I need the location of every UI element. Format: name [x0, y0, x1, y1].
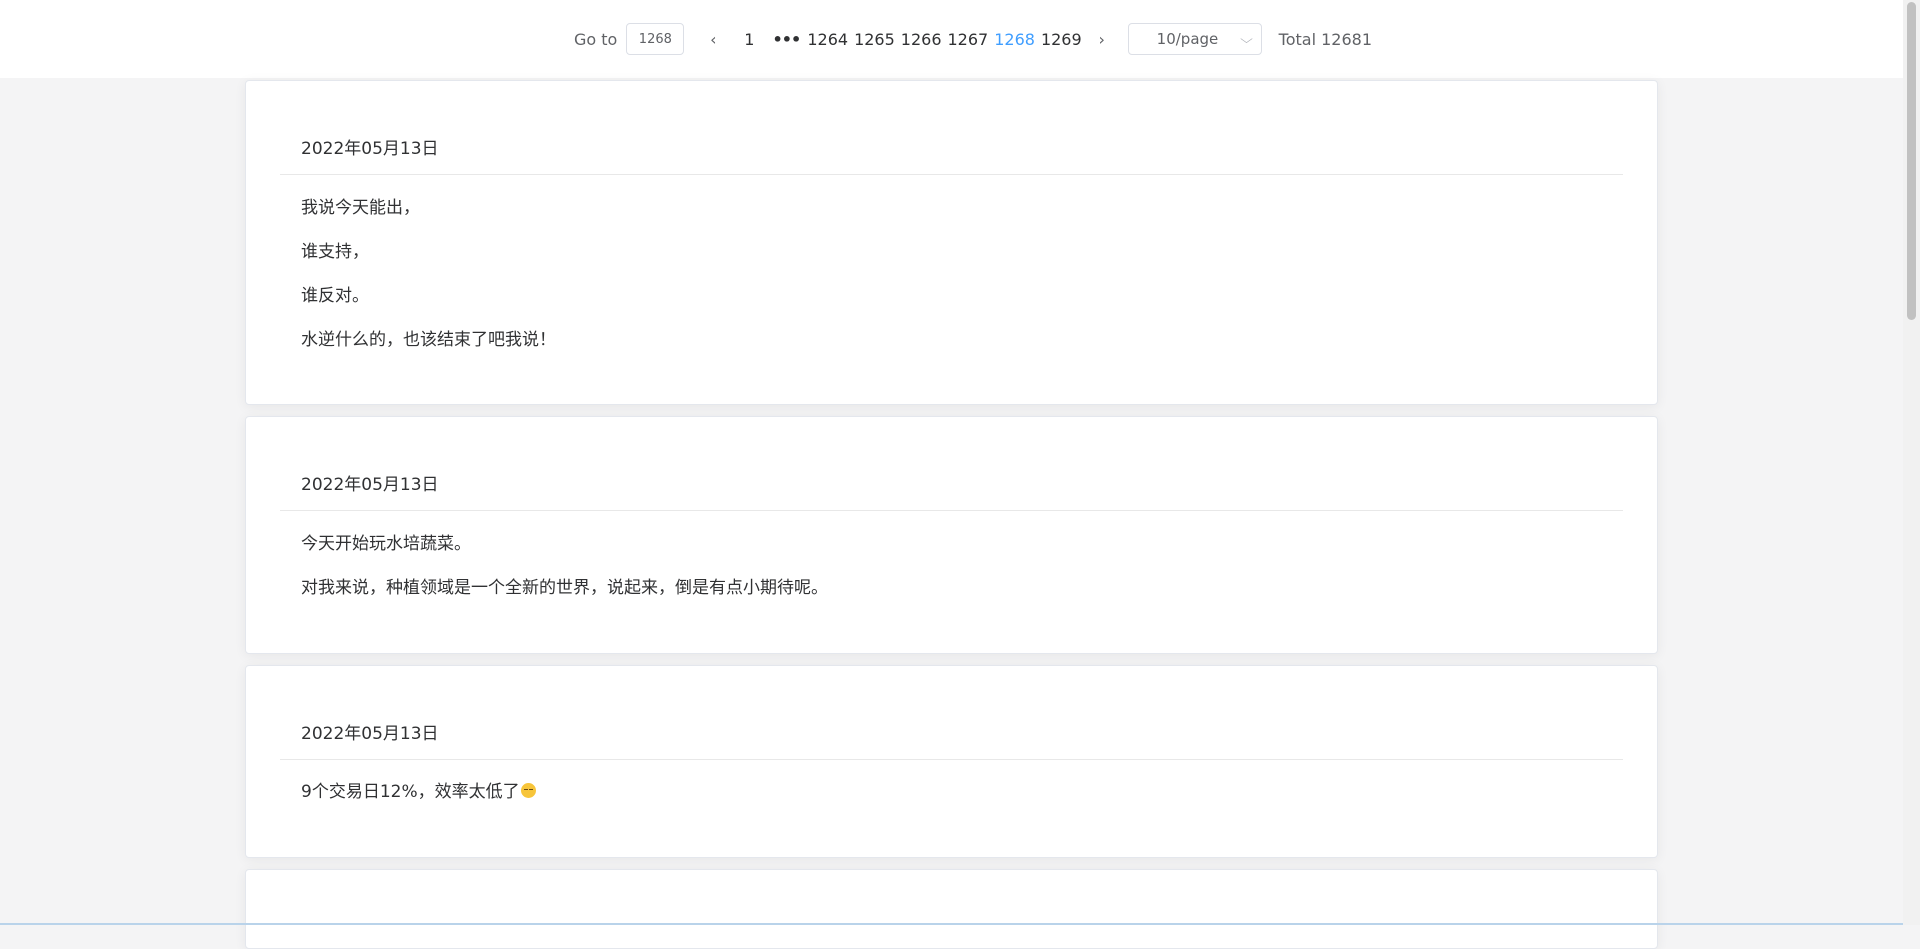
- post-content: 我说今天能出， 谁支持， 谁反对。 水逆什么的，也该结束了吧我说！: [301, 197, 556, 373]
- pagination: Go to ‹ 1 ••• 1264 1265 1266 1267 1268 1…: [574, 22, 1372, 56]
- post-date: 2022年05月13日: [301, 139, 439, 159]
- post-line-text: 9个交易日12%，效率太低了: [301, 782, 520, 802]
- post-card: [245, 869, 1658, 949]
- page-number-active[interactable]: 1268: [991, 23, 1038, 55]
- chevron-down-icon: ⌵: [1239, 31, 1253, 46]
- unamused-face-icon: [520, 783, 536, 798]
- page-number[interactable]: 1265: [851, 23, 898, 55]
- chevron-right-icon: ›: [1098, 29, 1105, 49]
- page-number[interactable]: 1269: [1038, 23, 1085, 55]
- chevron-left-icon: ‹: [710, 29, 717, 49]
- post-line: 我说今天能出，: [301, 198, 420, 218]
- more-pages-icon[interactable]: •••: [768, 23, 804, 55]
- page-number[interactable]: 1: [730, 23, 768, 55]
- divider: [280, 510, 1623, 511]
- post-line: 谁反对。: [301, 286, 369, 306]
- post-line: 今天开始玩水培蔬菜。: [301, 534, 471, 554]
- post-date: 2022年05月13日: [301, 724, 439, 744]
- total-count: Total 12681: [1278, 29, 1373, 49]
- next-page-button[interactable]: ›: [1085, 23, 1119, 55]
- post-date: 2022年05月13日: [301, 475, 439, 495]
- page-number[interactable]: 1264: [804, 23, 851, 55]
- goto-page-input[interactable]: [626, 23, 685, 55]
- top-bar: Go to ‹ 1 ••• 1264 1265 1266 1267 1268 1…: [0, 0, 1903, 78]
- post-line: 对我来说，种植领域是一个全新的世界，说起来，倒是有点小期待呢。: [301, 578, 828, 598]
- page-number[interactable]: 1267: [945, 23, 992, 55]
- page-size-select[interactable]: 10/page ⌵: [1127, 23, 1262, 55]
- post-line: 谁支持，: [301, 242, 369, 262]
- post-line: 水逆什么的，也该结束了吧我说！: [301, 330, 556, 350]
- post-content: 今天开始玩水培蔬菜。 对我来说，种植领域是一个全新的世界，说起来，倒是有点小期待…: [301, 533, 828, 621]
- page-number[interactable]: 1266: [898, 23, 945, 55]
- post-card: 2022年05月13日 今天开始玩水培蔬菜。 对我来说，种植领域是一个全新的世界…: [245, 416, 1658, 654]
- vertical-scrollbar[interactable]: [1903, 0, 1920, 925]
- prev-page-button[interactable]: ‹: [696, 23, 730, 55]
- divider: [280, 174, 1623, 175]
- post-card: 2022年05月13日 9个交易日12%，效率太低了: [245, 665, 1658, 858]
- page-size-value: 10/page: [1156, 30, 1219, 48]
- scrollbar-thumb[interactable]: [1907, 2, 1916, 320]
- post-content: 9个交易日12%，效率太低了: [301, 781, 536, 825]
- post-line: 9个交易日12%，效率太低了: [301, 781, 536, 804]
- goto-label: Go to: [574, 29, 618, 49]
- divider: [280, 759, 1623, 760]
- page-list: 1 ••• 1264 1265 1266 1267 1268 1269: [730, 23, 1084, 55]
- post-card: 2022年05月13日 我说今天能出， 谁支持， 谁反对。 水逆什么的，也该结束…: [245, 80, 1658, 405]
